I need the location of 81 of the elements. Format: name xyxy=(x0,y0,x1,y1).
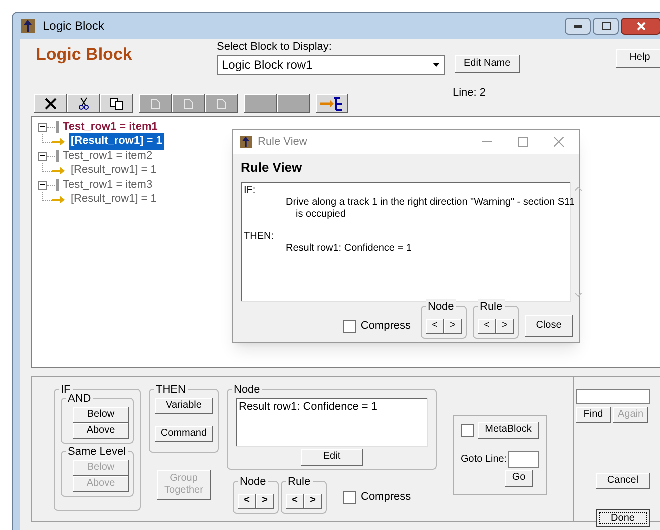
node-text-area[interactable]: Result row1: Confidence = 1 xyxy=(236,398,428,447)
app-icon xyxy=(21,19,35,33)
result-text: Result row1: Confidence = 1 xyxy=(286,243,413,255)
then-label: THEN: xyxy=(244,231,275,243)
page-heading: Logic Block xyxy=(36,44,134,66)
minus-icon xyxy=(40,124,45,128)
arrow-icon xyxy=(52,196,65,204)
close-button[interactable] xyxy=(621,18,660,34)
cut-button[interactable] xyxy=(67,94,100,113)
checkbox[interactable] xyxy=(343,490,356,504)
edit-button[interactable]: Edit xyxy=(301,449,363,466)
maximize-icon xyxy=(602,22,610,30)
minimize-button[interactable] xyxy=(565,18,591,34)
minus-icon xyxy=(40,182,45,186)
help-button[interactable]: Help xyxy=(616,49,660,68)
dialog-title: Rule View xyxy=(258,134,308,150)
tree-node[interactable]: [Result_row1] = 1 xyxy=(69,162,159,179)
compress-label: Compress xyxy=(360,319,411,334)
maximize-icon[interactable] xyxy=(518,137,528,147)
previous-button[interactable]: < xyxy=(286,494,304,508)
close-icon xyxy=(44,98,56,110)
scroll-down-icon xyxy=(574,293,582,297)
next-button[interactable]: > xyxy=(256,494,274,508)
document-icon xyxy=(184,98,193,108)
done-button[interactable]: Done xyxy=(596,509,650,527)
below-button[interactable]: Below xyxy=(73,407,129,423)
expand-toggle[interactable] xyxy=(38,152,47,160)
previous-button[interactable]: < xyxy=(238,494,256,508)
dropdown-arrow-icon xyxy=(433,63,440,67)
copy-icon xyxy=(110,98,123,110)
app-icon xyxy=(240,136,252,148)
find-button[interactable]: Find xyxy=(576,407,611,423)
find-field[interactable] xyxy=(576,389,650,404)
next-button[interactable]: > xyxy=(444,319,462,334)
select-label: Select Block to Display: xyxy=(217,40,333,55)
compress-label: Compress xyxy=(361,490,412,505)
cancel-button[interactable]: Cancel xyxy=(596,473,650,489)
command-button[interactable]: Command xyxy=(155,426,213,442)
condition-text: Drive along a track 1 in the right direction "Warning" - section S11 xyxy=(286,197,575,209)
above-button[interactable]: Above xyxy=(73,423,129,439)
expand-toggle[interactable] xyxy=(38,122,47,132)
dialog-heading: Rule View xyxy=(241,160,304,176)
document-icon xyxy=(217,98,226,108)
block-select[interactable]: Logic Block row1 xyxy=(217,55,445,75)
goto-line-field[interactable] xyxy=(508,451,539,468)
previous-button[interactable]: < xyxy=(478,319,496,334)
window-title: Logic Block xyxy=(43,18,104,35)
tree-node[interactable]: Test_row1 = item3 xyxy=(63,176,153,194)
minus-icon xyxy=(40,152,45,158)
edit-name-button[interactable]: Edit Name xyxy=(455,55,520,73)
expand-toggle[interactable] xyxy=(38,180,47,190)
variable-button[interactable]: Variable xyxy=(155,398,213,414)
arrow-icon xyxy=(52,138,65,146)
tree-node[interactable]: Test_row1 = item2 xyxy=(63,148,153,164)
condition-text: is occupied xyxy=(296,209,348,221)
if-label: IF: xyxy=(244,185,257,197)
line-indicator: Line: 2 xyxy=(453,86,486,101)
close-button[interactable]: Close xyxy=(525,315,573,338)
maximize-button[interactable] xyxy=(593,18,619,34)
document-icon xyxy=(151,98,160,108)
delete-button[interactable] xyxy=(34,94,67,113)
checkbox[interactable] xyxy=(461,424,474,437)
tree-node[interactable]: Test_row1 = item1 xyxy=(63,118,158,136)
goto-line-label: Goto Line: xyxy=(461,453,508,467)
metablock-button[interactable]: MetaBlock xyxy=(478,422,539,439)
tree-arrow-icon xyxy=(319,96,345,110)
previous-button[interactable]: < xyxy=(426,319,444,334)
close-icon[interactable] xyxy=(554,137,564,147)
tree-button[interactable] xyxy=(316,94,348,113)
close-icon xyxy=(636,22,646,30)
go-button[interactable]: Go xyxy=(505,470,533,487)
checkbox[interactable] xyxy=(342,320,356,333)
scissors-icon xyxy=(78,97,88,110)
minimize-icon xyxy=(574,24,582,28)
next-button[interactable]: > xyxy=(304,494,322,508)
scroll-up-icon xyxy=(574,187,582,191)
arrow-icon xyxy=(52,166,65,174)
tree-node[interactable]: [Result_row1] = 1 xyxy=(69,191,159,208)
next-button[interactable]: > xyxy=(496,319,514,334)
tree-node[interactable]: [Result_row1] = 1 xyxy=(69,133,164,150)
copy-button[interactable] xyxy=(100,94,133,113)
